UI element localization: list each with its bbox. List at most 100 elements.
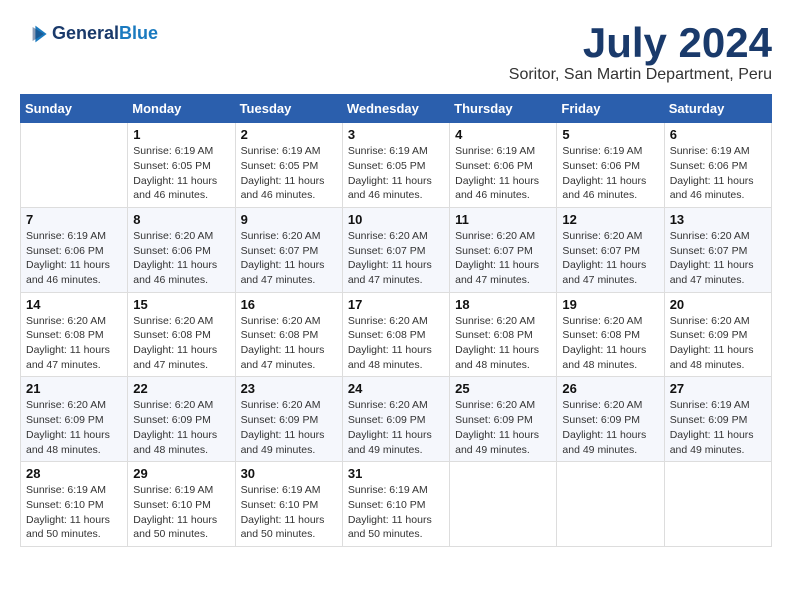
day-number: 1 xyxy=(133,127,229,142)
day-info: Sunrise: 6:20 AMSunset: 6:07 PMDaylight:… xyxy=(455,229,551,288)
column-header-sunday: Sunday xyxy=(21,95,128,123)
calendar-cell: 27Sunrise: 6:19 AMSunset: 6:09 PMDayligh… xyxy=(664,377,771,462)
calendar-week-3: 14 Sunrise: 6:20 AMSunset: 6:08 PMDayligh… xyxy=(21,292,772,377)
calendar-cell: 2Sunrise: 6:19 AMSunset: 6:05 PMDaylight… xyxy=(235,123,342,208)
calendar-cell: 19Sunrise: 6:20 AMSunset: 6:08 PMDayligh… xyxy=(557,292,664,377)
calendar-cell: 10 Sunrise: 6:20 AMSunset: 6:07 PMDayligh… xyxy=(342,207,449,292)
calendar-cell: 25 Sunrise: 6:20 AMSunset: 6:09 PMDayligh… xyxy=(450,377,557,462)
header: GeneralBlue July 2024 Soritor, San Marti… xyxy=(20,20,772,84)
calendar-cell: 26 Sunrise: 6:20 AMSunset: 6:09 PMDayligh… xyxy=(557,377,664,462)
day-number: 21 xyxy=(26,381,122,396)
day-number: 14 xyxy=(26,297,122,312)
day-info: Sunrise: 6:19 AMSunset: 6:06 PMDaylight:… xyxy=(26,229,122,288)
day-number: 7 xyxy=(26,212,122,227)
calendar-cell: 28Sunrise: 6:19 AMSunset: 6:10 PMDayligh… xyxy=(21,462,128,547)
logo-line1: GeneralBlue xyxy=(52,23,158,45)
calendar-cell: 15 Sunrise: 6:20 AMSunset: 6:08 PMDayligh… xyxy=(128,292,235,377)
calendar-cell xyxy=(450,462,557,547)
calendar-cell: 20Sunrise: 6:20 AMSunset: 6:09 PMDayligh… xyxy=(664,292,771,377)
calendar-week-4: 21 Sunrise: 6:20 AMSunset: 6:09 PMDayligh… xyxy=(21,377,772,462)
day-number: 15 xyxy=(133,297,229,312)
calendar-cell xyxy=(21,123,128,208)
day-info: Sunrise: 6:19 AMSunset: 6:05 PMDaylight:… xyxy=(348,144,444,203)
calendar-body: 1 Sunrise: 6:19 AMSunset: 6:05 PMDaylight… xyxy=(21,123,772,547)
column-header-thursday: Thursday xyxy=(450,95,557,123)
day-number: 25 xyxy=(455,381,551,396)
day-number: 27 xyxy=(670,381,766,396)
calendar-cell: 6 Sunrise: 6:19 AMSunset: 6:06 PMDaylight… xyxy=(664,123,771,208)
calendar-cell: 30 Sunrise: 6:19 AMSunset: 6:10 PMDayligh… xyxy=(235,462,342,547)
day-info: Sunrise: 6:20 AMSunset: 6:08 PMDaylight:… xyxy=(241,314,337,373)
day-info: Sunrise: 6:20 AMSunset: 6:07 PMDaylight:… xyxy=(562,229,658,288)
day-number: 13 xyxy=(670,212,766,227)
day-number: 23 xyxy=(241,381,337,396)
day-number: 17 xyxy=(348,297,444,312)
day-info: Sunrise: 6:19 AMSunset: 6:10 PMDaylight:… xyxy=(348,483,444,542)
calendar-week-1: 1 Sunrise: 6:19 AMSunset: 6:05 PMDaylight… xyxy=(21,123,772,208)
page-subtitle: Soritor, San Martin Department, Peru xyxy=(509,66,772,84)
day-number: 11 xyxy=(455,212,551,227)
day-info: Sunrise: 6:19 AMSunset: 6:10 PMDaylight:… xyxy=(133,483,229,542)
calendar-cell: 29 Sunrise: 6:19 AMSunset: 6:10 PMDayligh… xyxy=(128,462,235,547)
day-number: 3 xyxy=(348,127,444,142)
day-info: Sunrise: 6:20 AMSunset: 6:09 PMDaylight:… xyxy=(455,398,551,457)
day-number: 6 xyxy=(670,127,766,142)
calendar-cell: 5 Sunrise: 6:19 AMSunset: 6:06 PMDaylight… xyxy=(557,123,664,208)
day-info: Sunrise: 6:20 AMSunset: 6:06 PMDaylight:… xyxy=(133,229,229,288)
calendar-cell: 11 Sunrise: 6:20 AMSunset: 6:07 PMDayligh… xyxy=(450,207,557,292)
calendar-cell xyxy=(664,462,771,547)
day-number: 5 xyxy=(562,127,658,142)
day-info: Sunrise: 6:20 AMSunset: 6:07 PMDaylight:… xyxy=(670,229,766,288)
title-area: July 2024 Soritor, San Martin Department… xyxy=(509,20,772,84)
day-info: Sunrise: 6:20 AMSunset: 6:09 PMDaylight:… xyxy=(133,398,229,457)
day-info: Sunrise: 6:20 AMSunset: 6:08 PMDaylight:… xyxy=(133,314,229,373)
calendar-cell: 17Sunrise: 6:20 AMSunset: 6:08 PMDayligh… xyxy=(342,292,449,377)
day-number: 24 xyxy=(348,381,444,396)
day-number: 19 xyxy=(562,297,658,312)
day-number: 16 xyxy=(241,297,337,312)
day-info: Sunrise: 6:19 AMSunset: 6:06 PMDaylight:… xyxy=(455,144,551,203)
calendar-cell: 7 Sunrise: 6:19 AMSunset: 6:06 PMDaylight… xyxy=(21,207,128,292)
calendar-cell: 9 Sunrise: 6:20 AMSunset: 6:07 PMDaylight… xyxy=(235,207,342,292)
day-info: Sunrise: 6:20 AMSunset: 6:07 PMDaylight:… xyxy=(241,229,337,288)
day-info: Sunrise: 6:20 AMSunset: 6:09 PMDaylight:… xyxy=(26,398,122,457)
column-header-monday: Monday xyxy=(128,95,235,123)
day-info: Sunrise: 6:20 AMSunset: 6:09 PMDaylight:… xyxy=(562,398,658,457)
day-info: Sunrise: 6:19 AMSunset: 6:06 PMDaylight:… xyxy=(562,144,658,203)
day-info: Sunrise: 6:20 AMSunset: 6:08 PMDaylight:… xyxy=(455,314,551,373)
day-number: 31 xyxy=(348,466,444,481)
logo-icon xyxy=(20,20,48,48)
day-number: 30 xyxy=(241,466,337,481)
calendar-cell: 22Sunrise: 6:20 AMSunset: 6:09 PMDayligh… xyxy=(128,377,235,462)
calendar-cell: 16 Sunrise: 6:20 AMSunset: 6:08 PMDayligh… xyxy=(235,292,342,377)
calendar-cell: 4 Sunrise: 6:19 AMSunset: 6:06 PMDaylight… xyxy=(450,123,557,208)
calendar-cell: 14Sunrise: 6:20 AMSunset: 6:08 PMDayligh… xyxy=(21,292,128,377)
column-header-saturday: Saturday xyxy=(664,95,771,123)
calendar-week-5: 28 Sunrise: 6:19 AMSunset: 6:10 PMDayligh… xyxy=(21,462,772,547)
day-info: Sunrise: 6:19 AMSunset: 6:10 PMDaylight:… xyxy=(241,483,337,542)
day-number: 10 xyxy=(348,212,444,227)
day-number: 20 xyxy=(670,297,766,312)
day-number: 12 xyxy=(562,212,658,227)
calendar-cell: 8 Sunrise: 6:20 AMSunset: 6:06 PMDaylight… xyxy=(128,207,235,292)
calendar-cell xyxy=(557,462,664,547)
day-info: Sunrise: 6:19 AMSunset: 6:06 PMDaylight:… xyxy=(670,144,766,203)
day-info: Sunrise: 6:20 AMSunset: 6:07 PMDaylight:… xyxy=(348,229,444,288)
calendar-cell: 23 Sunrise: 6:20 AMSunset: 6:09 PMDayligh… xyxy=(235,377,342,462)
calendar-cell: 31 Sunrise: 6:19 AMSunset: 6:10 PMDayligh… xyxy=(342,462,449,547)
logo: GeneralBlue xyxy=(20,20,158,48)
day-number: 4 xyxy=(455,127,551,142)
day-number: 8 xyxy=(133,212,229,227)
calendar-table: SundayMondayTuesdayWednesdayThursdayFrid… xyxy=(20,94,772,547)
day-number: 29 xyxy=(133,466,229,481)
calendar-cell: 1 Sunrise: 6:19 AMSunset: 6:05 PMDaylight… xyxy=(128,123,235,208)
day-info: Sunrise: 6:19 AMSunset: 6:05 PMDaylight:… xyxy=(241,144,337,203)
day-info: Sunrise: 6:19 AMSunset: 6:05 PMDaylight:… xyxy=(133,144,229,203)
column-header-friday: Friday xyxy=(557,95,664,123)
calendar-cell: 21 Sunrise: 6:20 AMSunset: 6:09 PMDayligh… xyxy=(21,377,128,462)
day-number: 26 xyxy=(562,381,658,396)
calendar-cell: 13 Sunrise: 6:20 AMSunset: 6:07 PMDayligh… xyxy=(664,207,771,292)
day-number: 9 xyxy=(241,212,337,227)
day-number: 28 xyxy=(26,466,122,481)
day-info: Sunrise: 6:20 AMSunset: 6:09 PMDaylight:… xyxy=(241,398,337,457)
